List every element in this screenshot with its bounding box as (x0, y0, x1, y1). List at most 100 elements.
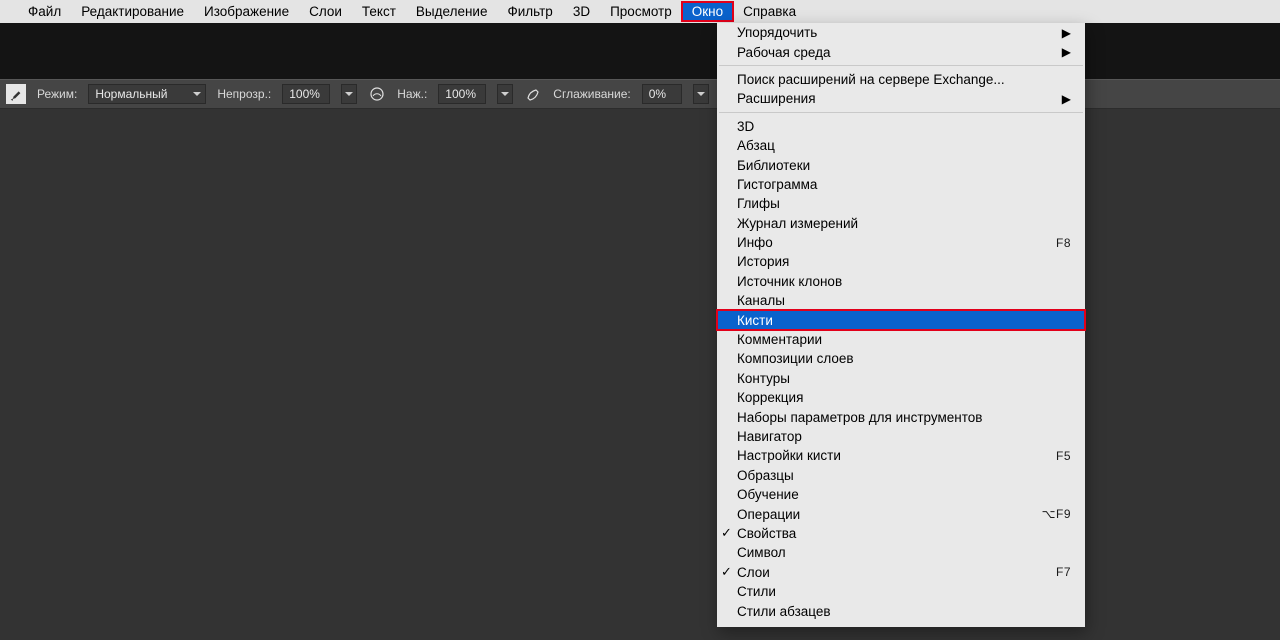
menu-item-label: Наборы параметров для инструментов (737, 410, 1071, 425)
submenu-arrow-icon: ▶ (1062, 26, 1071, 40)
menu-item[interactable]: Кисти (717, 310, 1085, 329)
menu-item-label: Настройки кисти (737, 448, 1056, 463)
menu-item-label: Глифы (737, 196, 1071, 211)
airbrush-icon[interactable] (524, 85, 542, 103)
menu-item-label: История (737, 254, 1071, 269)
menu-item-label: Инфо (737, 235, 1056, 250)
menu-item[interactable]: Источник клонов (717, 272, 1085, 291)
menu-item[interactable]: ✓ Свойства (717, 524, 1085, 543)
mode-select[interactable]: Нормальный (88, 84, 206, 104)
flow-field[interactable]: 100% (438, 84, 486, 104)
menu-help[interactable]: Справка (733, 2, 806, 21)
menu-item-label: Расширения (737, 91, 1062, 106)
menu-item-label: Символ (737, 545, 1071, 560)
brush-icon (9, 87, 23, 101)
menu-item[interactable]: Настройки кистиF5 (717, 446, 1085, 465)
check-icon: ✓ (721, 525, 732, 541)
menu-item[interactable]: Упорядочить▶ (717, 23, 1085, 42)
menu-item[interactable]: История (717, 252, 1085, 271)
main-menubar: Файл Редактирование Изображение Слои Тек… (0, 0, 1280, 23)
smoothing-value: 0% (649, 87, 666, 101)
menu-item-label: Кисти (737, 313, 1071, 328)
menu-item-label: Композиции слоев (737, 351, 1071, 366)
menu-item[interactable]: Наборы параметров для инструментов (717, 407, 1085, 426)
menu-item-label: Источник клонов (737, 274, 1071, 289)
smoothing-stepper[interactable] (693, 84, 709, 104)
menu-item-label: Коррекция (737, 390, 1071, 405)
window-menu-dropdown: Упорядочить▶Рабочая среда▶ Поиск расшире… (717, 23, 1085, 627)
brush-tool-swatch[interactable] (6, 84, 26, 104)
menu-item-label: Образцы (737, 468, 1071, 483)
menu-image[interactable]: Изображение (194, 2, 299, 21)
menu-item-shortcut: F7 (1056, 565, 1071, 579)
menu-view[interactable]: Просмотр (600, 2, 682, 21)
menu-item[interactable]: ИнфоF8 (717, 233, 1085, 252)
menu-item-label: Обучение (737, 487, 1071, 502)
menu-item-label: Слои (737, 565, 1056, 580)
menu-item-label: Стили абзацев (737, 604, 1071, 619)
menu-item[interactable]: Стили (717, 582, 1085, 601)
menu-3d[interactable]: 3D (563, 2, 600, 21)
menu-text[interactable]: Текст (352, 2, 406, 21)
menu-item[interactable]: Композиции слоев (717, 349, 1085, 368)
canvas-workspace (0, 109, 1280, 640)
menu-item[interactable]: Гистограмма (717, 175, 1085, 194)
menu-item[interactable]: Навигатор (717, 427, 1085, 446)
menu-item-label: Стили (737, 584, 1071, 599)
menu-item-shortcut: ⌥F9 (1042, 507, 1071, 521)
menu-item[interactable]: 3D (717, 117, 1085, 136)
menu-item-label: Рабочая среда (737, 45, 1062, 60)
menu-item[interactable]: Библиотеки (717, 155, 1085, 174)
menu-window[interactable]: Окно (682, 2, 733, 21)
menu-item[interactable]: Поиск расширений на сервере Exchange... (717, 70, 1085, 89)
smoothing-label: Сглаживание: (553, 87, 630, 101)
menu-item[interactable]: Обучение (717, 485, 1085, 504)
opacity-label: Непрозр.: (217, 87, 271, 101)
menu-file[interactable]: Файл (18, 2, 71, 21)
pressure-opacity-icon[interactable] (368, 85, 386, 103)
smoothing-field[interactable]: 0% (642, 84, 682, 104)
menu-item[interactable]: Журнал измерений (717, 214, 1085, 233)
document-tabbar-dark-area (0, 23, 1280, 79)
opacity-value: 100% (289, 87, 320, 101)
menu-item[interactable]: Рабочая среда▶ (717, 42, 1085, 61)
submenu-arrow-icon: ▶ (1062, 92, 1071, 106)
menu-filter[interactable]: Фильтр (497, 2, 562, 21)
menu-item[interactable]: Комментарии (717, 330, 1085, 349)
check-icon: ✓ (721, 564, 732, 580)
chevron-down-icon (345, 92, 353, 96)
menu-item[interactable]: Символ (717, 543, 1085, 562)
menu-item[interactable]: ✓ СлоиF7 (717, 563, 1085, 582)
menu-item-label: Контуры (737, 371, 1071, 386)
chevron-down-icon (697, 92, 705, 96)
menu-item-label: Каналы (737, 293, 1071, 308)
menu-item-label: Журнал измерений (737, 216, 1071, 231)
flow-value: 100% (445, 87, 476, 101)
menu-separator (717, 109, 1085, 117)
menu-item[interactable]: Каналы (717, 291, 1085, 310)
menu-item[interactable]: Расширения▶ (717, 89, 1085, 108)
menu-item[interactable]: Коррекция (717, 388, 1085, 407)
chevron-down-icon (501, 92, 509, 96)
menu-item-label: Абзац (737, 138, 1071, 153)
flow-label: Наж.: (397, 87, 427, 101)
menu-item-label: Библиотеки (737, 158, 1071, 173)
menu-item[interactable]: Стили абзацев (717, 601, 1085, 620)
mode-label: Режим: (37, 87, 77, 101)
menu-item-label: Гистограмма (737, 177, 1071, 192)
opacity-field[interactable]: 100% (282, 84, 330, 104)
flow-stepper[interactable] (497, 84, 513, 104)
menu-item[interactable]: Глифы (717, 194, 1085, 213)
menu-item-label: Свойства (737, 526, 1071, 541)
opacity-stepper[interactable] (341, 84, 357, 104)
menu-item[interactable]: Контуры (717, 369, 1085, 388)
menu-select[interactable]: Выделение (406, 2, 498, 21)
menu-layers[interactable]: Слои (299, 2, 352, 21)
menu-item[interactable]: Образцы (717, 466, 1085, 485)
menu-item-label: Комментарии (737, 332, 1071, 347)
menu-separator (717, 62, 1085, 70)
menu-item[interactable]: Абзац (717, 136, 1085, 155)
menu-item[interactable]: Операции⌥F9 (717, 504, 1085, 523)
menu-edit[interactable]: Редактирование (71, 2, 194, 21)
tool-options-bar: Режим: Нормальный Непрозр.: 100% Наж.: 1… (0, 79, 1280, 109)
